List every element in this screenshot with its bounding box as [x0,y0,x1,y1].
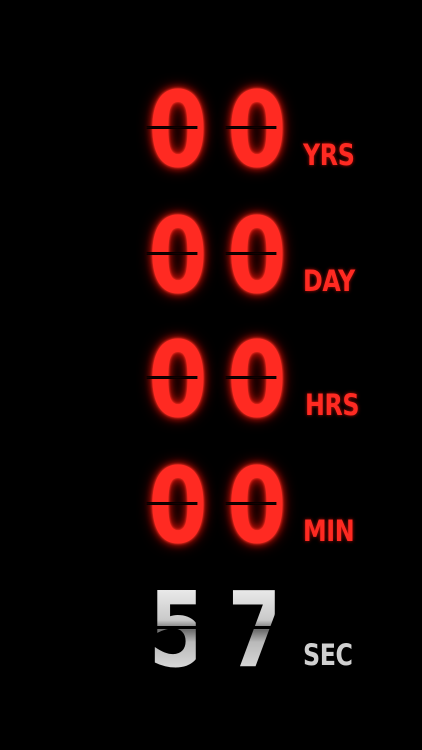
days-ones-digit: 0 [225,195,287,317]
hours-row: 0 0 HRS [0,319,422,441]
minutes-tens-digit: 0 [146,445,208,567]
minutes-unit-label: MIN [303,514,355,548]
minutes-ones-digit: 0 [225,445,287,567]
hours-tens-digit: 0 [146,319,208,441]
days-tens-digit: 0 [146,195,208,317]
years-row: 0 0 YRS [0,69,422,191]
years-ones-digit: 0 [225,69,287,191]
minutes-row: 0 0 MIN [0,445,422,567]
days-row: 0 0 DAY [0,195,422,317]
years-tens-digit: 0 [146,69,208,191]
countdown-screen: 0 0 YRS 0 0 DAY 0 0 HRS 0 0 MIN 5 7 SEC [0,0,422,750]
seconds-ones-digit: 7 [225,569,287,691]
days-unit-label: DAY [303,264,355,298]
hours-unit-label: HRS [305,388,360,422]
seconds-unit-label: SEC [303,638,353,672]
seconds-tens-digit: 5 [146,569,208,691]
seconds-row: 5 7 SEC [0,580,422,680]
hours-ones-digit: 0 [225,319,287,441]
years-unit-label: YRS [303,138,355,172]
